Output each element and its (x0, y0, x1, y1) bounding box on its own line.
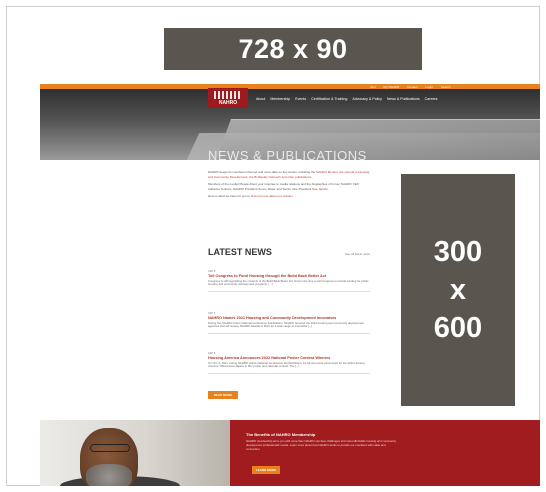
nav-certification[interactable]: Certification & Training (311, 97, 347, 101)
member-photo (40, 420, 230, 486)
nav-membership[interactable]: Membership (270, 97, 290, 101)
read-more-label: READ MORE (213, 393, 233, 397)
news-excerpt: During the NAHRO Online National Confere… (208, 320, 364, 329)
news-date: SEP 8 (208, 312, 216, 315)
read-more-button[interactable]: READ MORE (208, 391, 238, 399)
main-nav: About Membership Events Certification & … (256, 97, 437, 101)
nav-events[interactable]: Events (295, 97, 306, 101)
nav-about[interactable]: About (256, 97, 265, 101)
skyscraper-ad-x: x (449, 274, 467, 306)
nav-advocacy[interactable]: Advocacy & Policy (352, 97, 382, 101)
membership-benefits: The Benefits of NAHRO Membership NAHRO m… (246, 432, 396, 451)
learn-more-label: LEARN MORE (255, 468, 277, 472)
skyscraper-ad-width: 300 (433, 236, 483, 268)
news-date: SEP 8 (208, 352, 216, 355)
news-title-link[interactable]: NAHRO Names 2021 Housing and Community D… (208, 316, 370, 320)
news-item[interactable]: SEP 8 Toll Congress to Fund Housing thro… (208, 270, 370, 292)
news-title-link[interactable]: Housing America Announces 2022 National … (208, 356, 370, 360)
news-date: SEP 8 (208, 270, 216, 273)
utility-link-join[interactable]: Join (370, 85, 376, 89)
site-logo[interactable]: NAHRO (208, 88, 248, 108)
news-item[interactable]: SEP 8 Housing America Announces 2022 Nat… (208, 352, 370, 374)
intro-text: NAHRO keeps its members informed and up-… (208, 170, 370, 202)
membership-banner (40, 420, 540, 486)
benefits-text: NAHRO membership arms you with more than… (246, 439, 396, 451)
page-title: NEWS & PUBLICATIONS (208, 148, 367, 163)
news-excerpt: On Oct. 4, 2021, during NAHRO Online Nat… (208, 360, 365, 369)
nav-careers[interactable]: Careers (425, 97, 438, 101)
view-all-news-link[interactable]: See all latest news (345, 252, 370, 256)
member-photo-glasses (90, 444, 130, 452)
news-item[interactable]: SEP 8 NAHRO Names 2021 Housing and Commu… (208, 312, 370, 334)
logo-house-icon (214, 91, 242, 99)
latest-news-title: LATEST NEWS (208, 247, 272, 257)
leaderboard-ad[interactable]: 728 x 90 (164, 28, 422, 70)
utility-link-login[interactable]: Login (426, 85, 433, 89)
utility-link-search[interactable]: Search (441, 85, 451, 89)
member-photo-beard (86, 464, 132, 486)
latest-news-header: LATEST NEWS See all latest news (208, 247, 370, 257)
leaderboard-ad-label: 728 x 90 (238, 33, 348, 64)
skyscraper-ad[interactable]: 300 x 600 (401, 174, 515, 406)
benefits-title: The Benefits of NAHRO Membership (246, 432, 316, 437)
intro-paragraph-3: Here is what we have for you to find out… (208, 194, 293, 199)
intro-link-2[interactable]: Sue Jacobs. (312, 187, 329, 191)
utility-link-my-nahro[interactable]: My NAHRO (384, 85, 400, 89)
nav-news[interactable]: News & Publications (387, 97, 420, 101)
intro-paragraph-2: Members of the media! Please direct your… (208, 182, 360, 191)
logo-text: NAHRO (218, 100, 238, 106)
learn-more-button[interactable]: LEARN MORE (252, 466, 280, 474)
news-title-link[interactable]: Toll Congress to Fund Housing through th… (208, 274, 370, 278)
skyscraper-ad-height: 600 (433, 312, 483, 344)
intro-link-3[interactable]: find out more about our mission (251, 194, 293, 198)
utility-links: Join My NAHRO Contact Login Search (370, 85, 450, 89)
utility-link-contact[interactable]: Contact (407, 85, 417, 89)
intro-paragraph-1: NAHRO keeps its members informed and up-… (208, 170, 370, 179)
news-excerpt: Congress is still negotiating the conten… (208, 278, 369, 287)
